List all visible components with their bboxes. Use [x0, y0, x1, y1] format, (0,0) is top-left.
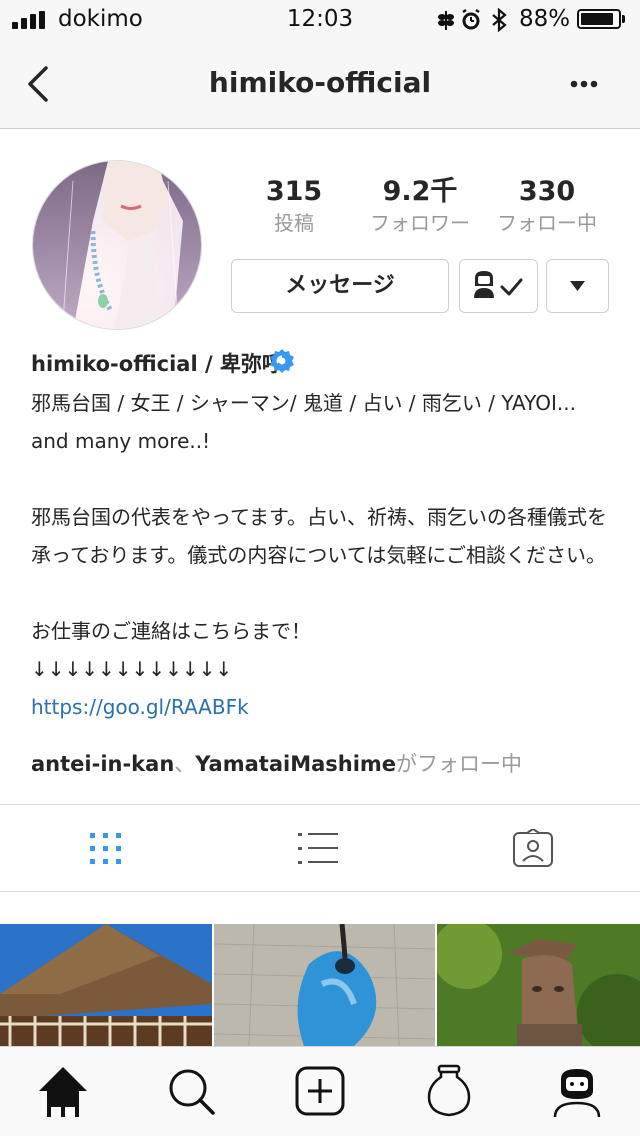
bottom-tab-bar	[0, 1046, 640, 1136]
status-icons	[438, 8, 507, 32]
profile-icon[interactable]	[549, 1063, 605, 1119]
following-button[interactable]	[459, 259, 538, 313]
follower-link[interactable]: antei-in-kan	[31, 752, 174, 776]
following-count[interactable]: 330 フォロー中	[482, 175, 612, 237]
followed-by-suffix: がフォロー中	[396, 752, 523, 776]
stat-label: フォロワー	[370, 211, 470, 235]
post-thumbnail[interactable]	[0, 924, 212, 1046]
status-bar: dokimo 12:03 88%	[0, 0, 640, 40]
ellipsis-icon[interactable]	[562, 70, 606, 98]
rice-icon	[438, 11, 454, 30]
nav-bar: himiko-official	[0, 40, 640, 129]
jar-icon[interactable]	[421, 1063, 477, 1119]
battery-icon	[577, 9, 621, 29]
bio-link[interactable]: https://goo.gl/RAABFk	[31, 695, 249, 719]
stat-label: フォロー中	[497, 211, 597, 235]
followers-count[interactable]: 9.2千 フォロワー	[355, 175, 485, 237]
list-icon[interactable]	[298, 829, 342, 869]
battery-tip	[622, 15, 625, 23]
bluetooth-icon	[492, 8, 507, 32]
triangle-down-icon	[570, 281, 585, 291]
dropdown-button[interactable]	[546, 259, 609, 313]
content-tabs	[0, 804, 640, 892]
bio: 邪馬台国 / 女王 / シャーマン/ 鬼道 / 占い / 雨乞い / YAYOI…	[31, 384, 611, 726]
page-title: himiko-official	[208, 66, 432, 99]
post-thumbnail[interactable]	[214, 924, 435, 1046]
search-icon[interactable]	[163, 1063, 219, 1119]
battery-percent: 88%	[519, 6, 571, 32]
post-thumbnail[interactable]	[437, 924, 640, 1046]
stat-value: 9.2千	[382, 176, 458, 207]
tagged-icon[interactable]	[511, 829, 555, 869]
add-icon[interactable]	[292, 1063, 348, 1119]
alarm-icon	[462, 8, 480, 30]
separator: 、	[174, 752, 196, 776]
bio-line: お仕事のご連絡はこちらまで！	[31, 619, 311, 643]
house-icon[interactable]	[35, 1063, 91, 1119]
bio-line: 邪馬台国の代表をやってます。占い、祈祷、雨乞いの各種儀式を	[31, 505, 607, 529]
posts-count[interactable]: 315 投稿	[229, 175, 359, 237]
display-name: himiko-official / 卑弥呼	[31, 352, 283, 376]
followed-by: antei-in-kan、YamataiMashimeがフォロー中	[31, 747, 522, 781]
grid-icon[interactable]	[84, 829, 128, 869]
stat-value: 330	[518, 176, 576, 207]
bio-line: ↓↓↓↓↓↓↓↓↓↓↓↓	[31, 657, 233, 681]
avatar[interactable]	[32, 160, 202, 330]
stat-label: 投稿	[274, 211, 314, 235]
follower-link[interactable]: YamataiMashime	[195, 752, 396, 776]
battery-level	[581, 13, 613, 25]
following-check-icon	[474, 271, 523, 298]
message-button[interactable]: メッセージ	[231, 259, 449, 313]
bio-line: 邪馬台国 / 女王 / シャーマン/ 鬼道 / 占い / 雨乞い / YAYOI…	[31, 391, 576, 415]
bio-line: 承っております。儀式の内容については気軽にご相談ください。	[31, 543, 606, 567]
stat-value: 315	[265, 176, 323, 207]
verified-badge-icon	[270, 349, 294, 373]
bio-line: and many more..!	[31, 429, 211, 453]
